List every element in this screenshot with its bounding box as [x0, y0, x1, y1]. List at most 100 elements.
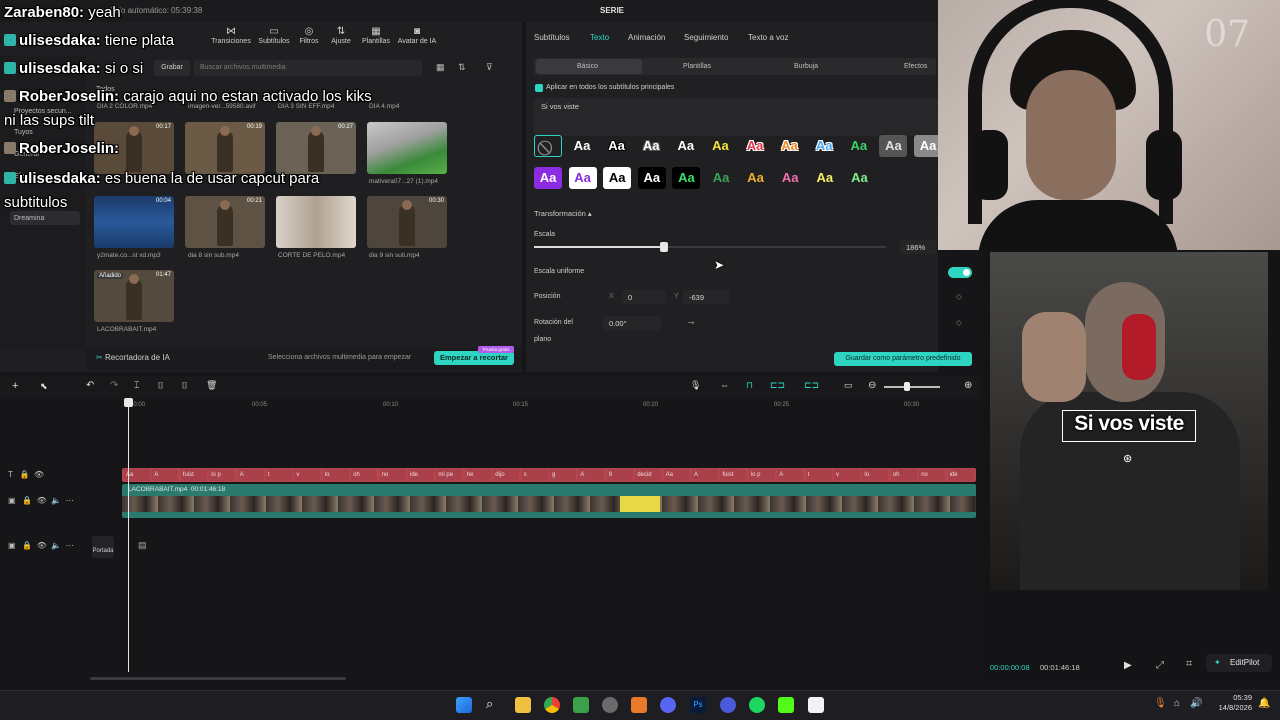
- text-style-preset[interactable]: Aa: [776, 167, 804, 189]
- media-item[interactable]: [367, 122, 447, 174]
- uniform-scale-toggle[interactable]: [948, 267, 972, 278]
- text-clip[interactable]: A: [152, 469, 179, 481]
- media-item[interactable]: 00:04: [94, 196, 174, 248]
- photoshop-icon[interactable]: Ps: [690, 697, 706, 713]
- zoom-knob[interactable]: [904, 382, 910, 391]
- text-style-preset[interactable]: Aa: [811, 167, 839, 189]
- text-clip[interactable]: decid: [635, 469, 662, 481]
- tab-subtitles[interactable]: Subtítulos: [534, 33, 570, 42]
- text-clip[interactable]: lo p: [748, 469, 775, 481]
- text-clip[interactable]: A: [777, 469, 804, 481]
- text-clip[interactable]: A: [578, 469, 605, 481]
- media-item[interactable]: 00:21: [185, 196, 265, 248]
- text-style-preset[interactable]: Aa: [603, 135, 631, 157]
- text-style-preset[interactable]: Aa: [879, 135, 908, 157]
- microphone-icon[interactable]: 🎙: [690, 380, 701, 391]
- preview-axis-icon[interactable]: ⊏⊐: [804, 380, 819, 391]
- text-style-preset[interactable]: Aa: [534, 167, 562, 189]
- network-icon[interactable]: ⌂: [1174, 698, 1180, 709]
- delete-icon[interactable]: 🗑: [206, 380, 217, 391]
- save-preset-button[interactable]: Guardar como parámetro predefinido: [834, 352, 972, 366]
- position-x-input[interactable]: 0: [622, 290, 666, 304]
- text-style-preset[interactable]: Aa: [637, 135, 665, 157]
- subtab-templates[interactable]: Plantillas: [683, 63, 711, 70]
- media-item[interactable]: 00:27: [276, 122, 356, 174]
- split-right-icon[interactable]: ⌷: [182, 380, 187, 391]
- position-y-input[interactable]: -639: [683, 290, 729, 304]
- text-clip[interactable]: dijo: [493, 469, 520, 481]
- text-style-preset[interactable]: Aa: [741, 135, 769, 157]
- add-icon[interactable]: +: [12, 380, 18, 392]
- scale-value[interactable]: 186%: [900, 240, 936, 254]
- sidebar-item-dreamina[interactable]: Dreamina: [14, 215, 44, 222]
- playhead-knob[interactable]: [124, 398, 133, 407]
- filter-icon[interactable]: ⊽: [486, 62, 493, 73]
- undo-icon[interactable]: ↶: [86, 380, 94, 391]
- play-icon[interactable]: ▶: [1124, 660, 1132, 671]
- text-style-preset[interactable]: Aa: [568, 135, 596, 157]
- subtitle-text-area[interactable]: [534, 98, 938, 136]
- text-style-preset[interactable]: Aa: [568, 167, 597, 189]
- text-clip[interactable]: fuist: [180, 469, 207, 481]
- text-clip[interactable]: ide: [947, 469, 974, 481]
- text-clip[interactable]: no: [379, 469, 406, 481]
- text-clip[interactable]: t: [805, 469, 832, 481]
- vpn-icon[interactable]: [720, 697, 736, 713]
- text-clip[interactable]: lo: [322, 469, 349, 481]
- media-item[interactable]: [276, 196, 356, 248]
- zoom-slider[interactable]: [884, 386, 940, 388]
- volume-icon[interactable]: 🔊: [1190, 698, 1202, 709]
- rotation-input[interactable]: 0.00°: [603, 316, 661, 330]
- keyframe-icon[interactable]: ◇: [956, 292, 962, 301]
- text-clip[interactable]: ide: [408, 469, 434, 481]
- caption-icon[interactable]: ▭: [844, 380, 853, 391]
- transform-heading[interactable]: Transformación ▴: [534, 209, 592, 218]
- no-style-preset-icon[interactable]: ⃠: [534, 135, 562, 157]
- playhead[interactable]: [128, 398, 129, 672]
- rotate-handle-icon[interactable]: ⊛: [1123, 452, 1132, 465]
- text-clip[interactable]: he: [464, 469, 491, 481]
- text-style-preset[interactable]: Aa: [706, 135, 734, 157]
- split-icon[interactable]: ⌶: [134, 380, 139, 391]
- magnet-icon[interactable]: ⊓: [746, 380, 753, 391]
- media-item[interactable]: 01:47 Añadido: [94, 270, 174, 322]
- kick-icon[interactable]: [778, 697, 794, 713]
- media-item[interactable]: 00:19: [185, 122, 265, 174]
- media-item[interactable]: 00:30: [367, 196, 447, 248]
- text-clip[interactable]: s: [521, 469, 548, 481]
- spotify-icon[interactable]: [749, 697, 765, 713]
- text-clip[interactable]: no: [919, 469, 946, 481]
- text-clip[interactable]: v: [294, 469, 321, 481]
- text-clip[interactable]: fuist: [720, 469, 747, 481]
- search-icon[interactable]: ⌕: [486, 696, 493, 712]
- start-cropping-button[interactable]: Empezar a recortar: [434, 351, 514, 365]
- text-style-preset[interactable]: Aa: [845, 135, 873, 157]
- media-search-input[interactable]: Buscar archivos multimedia: [194, 60, 422, 76]
- text-clip[interactable]: 8: [606, 469, 633, 481]
- mic-tray-icon[interactable]: 🎙: [1154, 698, 1167, 709]
- text-clip[interactable]: t: [266, 469, 292, 481]
- tab-text[interactable]: Texto: [590, 33, 609, 42]
- select-tool-icon[interactable]: ⬉: [40, 381, 48, 392]
- start-icon[interactable]: [456, 697, 472, 713]
- text-clip[interactable]: A: [692, 469, 718, 481]
- text-style-preset[interactable]: Aa: [845, 167, 873, 189]
- grid-view-icon[interactable]: ▦: [436, 62, 445, 73]
- crop-icon[interactable]: ⌗: [1186, 658, 1192, 671]
- text-clip[interactable]: oh: [351, 469, 378, 481]
- tab-text-to-speech[interactable]: Texto a voz: [748, 33, 788, 42]
- obs-icon[interactable]: [602, 697, 618, 713]
- keyframe-icon[interactable]: ◇: [956, 318, 962, 327]
- text-clip[interactable]: oh: [890, 469, 917, 481]
- text-clip[interactable]: A: [237, 469, 264, 481]
- text-style-preset[interactable]: Aa: [603, 167, 632, 189]
- grab-button[interactable]: Grabar: [154, 60, 190, 76]
- scale-slider-knob[interactable]: [660, 242, 669, 252]
- apply-all-checkbox[interactable]: [535, 84, 543, 92]
- notification-icon[interactable]: 🔔: [1258, 698, 1270, 709]
- capcut-icon[interactable]: [808, 697, 824, 713]
- text-style-preset[interactable]: Aa: [672, 135, 700, 157]
- sidebar-item-yours[interactable]: Tuyos: [14, 129, 33, 136]
- minecraft-icon[interactable]: [573, 697, 589, 713]
- text-clip[interactable]: g: [550, 469, 576, 481]
